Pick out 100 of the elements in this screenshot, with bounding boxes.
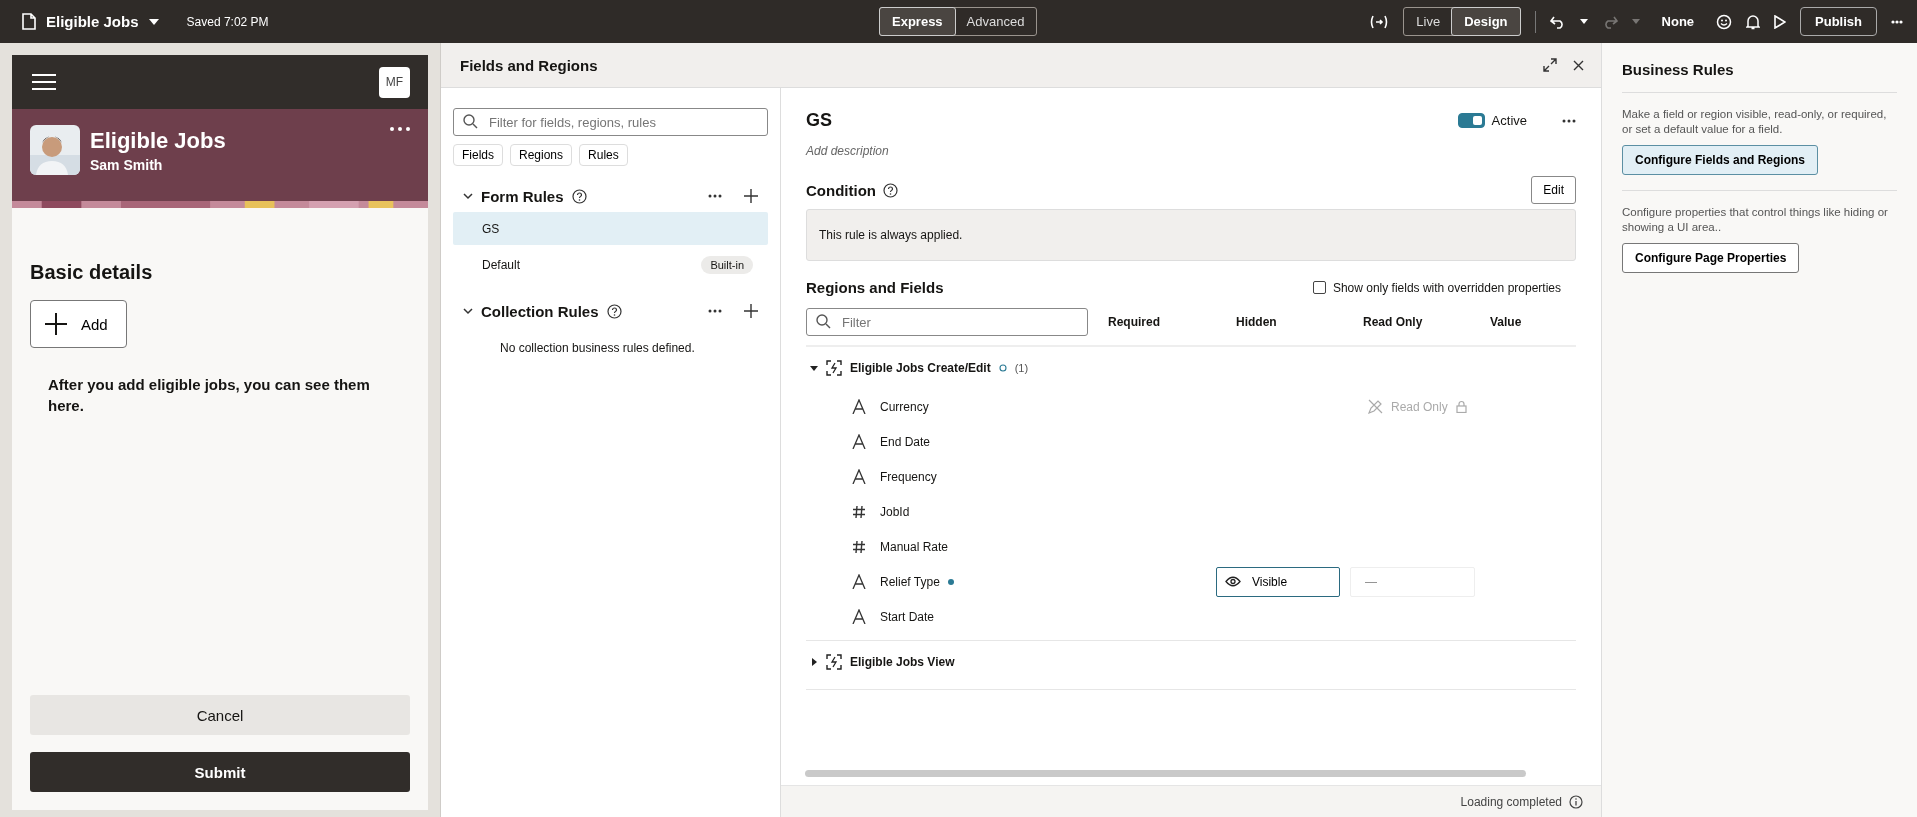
group-title: Collection Rules [481, 302, 599, 320]
close-icon[interactable] [1573, 59, 1584, 71]
add-button[interactable]: Add [30, 300, 127, 348]
more-icon[interactable] [390, 127, 410, 131]
section-description: Configure properties that control things like hiding or showing a UI area.. [1622, 205, 1889, 235]
plus-icon [45, 313, 67, 335]
expand-icon[interactable] [1543, 58, 1557, 72]
saved-status: Saved 7:02 PM [186, 14, 269, 29]
mode-tab[interactable]: Advanced [954, 8, 1037, 35]
menu-icon[interactable] [32, 73, 56, 91]
more-icon[interactable] [708, 309, 722, 313]
number-type-icon [852, 539, 866, 554]
column-header: Hidden [1235, 315, 1278, 329]
group-title: Form Rules [481, 187, 564, 205]
empty-message: No collection business rules defined. [500, 341, 696, 355]
page-heading: Eligible Jobs [90, 127, 227, 154]
circle-icon [998, 364, 1007, 372]
bell-icon[interactable] [1746, 13, 1761, 30]
caret-down-icon[interactable] [810, 364, 818, 372]
empty-message: After you add eligible jobs, you can see them here. [48, 375, 371, 416]
eye-icon [1225, 576, 1241, 587]
built-in-badge: Built-in [701, 255, 753, 274]
field-name[interactable]: Currency [880, 399, 929, 414]
status-text: Loading completed [1460, 794, 1562, 809]
toggle-label: Active [1491, 113, 1527, 128]
configure-button[interactable]: Configure Page Properties [1622, 243, 1800, 273]
read-only-note: Read Only [1391, 399, 1448, 414]
region-name[interactable]: Eligible Jobs Create/Edit [850, 361, 991, 375]
field-name[interactable]: JobId [880, 504, 910, 519]
filter-chip[interactable]: Rules [579, 144, 628, 166]
cancel-button[interactable]: Cancel [30, 695, 410, 735]
person-name: Sam Smith [90, 156, 164, 173]
undo-icon[interactable] [1549, 14, 1566, 29]
rule-item[interactable]: Default Built-in [453, 248, 768, 281]
number-type-icon [852, 504, 866, 519]
text-type-icon [852, 434, 866, 449]
submit-button[interactable]: Submit [30, 752, 410, 792]
more-icon[interactable] [708, 194, 722, 198]
override-count: (1) [1014, 362, 1029, 374]
variables-icon[interactable] [1369, 14, 1390, 29]
panel-title: Business Rules [1622, 61, 1897, 93]
read-only-select[interactable]: — [1350, 566, 1475, 597]
chevron-down-icon[interactable] [463, 191, 473, 201]
field-name[interactable]: Relief Type [880, 574, 940, 589]
column-header: Required [1107, 315, 1161, 329]
view-mode-tab[interactable]: Design [1451, 7, 1521, 36]
description-placeholder[interactable]: Add description [806, 144, 889, 158]
section-title: Condition [806, 181, 876, 199]
avatar[interactable]: MF [379, 66, 410, 98]
search-icon [816, 314, 831, 329]
page-icon [22, 13, 36, 30]
search-field[interactable]: Filter for fields, regions, rules [453, 108, 768, 136]
column-header: Read Only [1362, 315, 1424, 329]
region-name[interactable]: Eligible Jobs View [850, 655, 955, 669]
text-type-icon [852, 609, 866, 624]
filter-chip[interactable]: Regions [510, 144, 573, 166]
text-type-icon [852, 469, 866, 484]
filter-field[interactable]: Filter [806, 308, 1088, 336]
checkbox-label: Show only fields with overridden properties [1332, 280, 1561, 295]
plus-icon[interactable] [744, 189, 758, 203]
smiley-icon[interactable] [1716, 13, 1733, 30]
edit-button[interactable]: Edit [1531, 176, 1576, 204]
text-type-icon [852, 574, 866, 589]
text-type-icon [852, 399, 866, 414]
more-icon[interactable] [1891, 19, 1903, 24]
section-description: Make a field or region visible, read-only, or required, or set a default value for a field. [1622, 107, 1888, 137]
hidden-select[interactable]: Visible [1216, 566, 1340, 597]
field-name[interactable]: Frequency [880, 469, 937, 484]
caret-icon[interactable] [148, 18, 159, 25]
chevron-down-icon[interactable] [463, 306, 473, 316]
help-icon[interactable] [606, 303, 622, 319]
caret-right-icon[interactable] [810, 658, 818, 666]
filter-chip[interactable]: Fields [453, 144, 503, 166]
info-icon[interactable] [1569, 794, 1583, 809]
plus-icon[interactable] [744, 304, 758, 318]
region-icon [826, 654, 842, 670]
theme-selector[interactable]: None [1661, 14, 1695, 29]
caret-icon[interactable] [1579, 19, 1588, 24]
publish-button[interactable]: Publish [1800, 7, 1877, 36]
field-name[interactable]: Start Date [880, 609, 935, 624]
panel-title: Fields and Regions [460, 56, 599, 74]
configure-button[interactable]: Configure Fields and Regions [1622, 145, 1818, 175]
play-icon[interactable] [1774, 14, 1787, 29]
view-mode-tab[interactable]: Live [1404, 8, 1453, 35]
mode-tab[interactable]: Express [879, 7, 956, 36]
page-title[interactable]: Eligible Jobs [46, 13, 139, 30]
rule-item[interactable]: GS [453, 212, 768, 245]
help-icon[interactable] [571, 188, 587, 204]
condition-text: This rule is always applied. [819, 228, 963, 242]
more-icon[interactable] [1562, 118, 1576, 123]
field-name[interactable]: End Date [880, 434, 931, 449]
rule-name: GS [482, 221, 500, 236]
modified-dot [947, 578, 954, 585]
checkbox[interactable] [1312, 281, 1326, 294]
help-icon[interactable] [883, 182, 898, 198]
section-title: Regions and Fields [806, 279, 944, 296]
rule-title: GS [806, 110, 832, 131]
active-toggle[interactable] [1457, 113, 1485, 128]
field-name[interactable]: Manual Rate [880, 539, 949, 554]
lock-icon [1455, 400, 1467, 413]
